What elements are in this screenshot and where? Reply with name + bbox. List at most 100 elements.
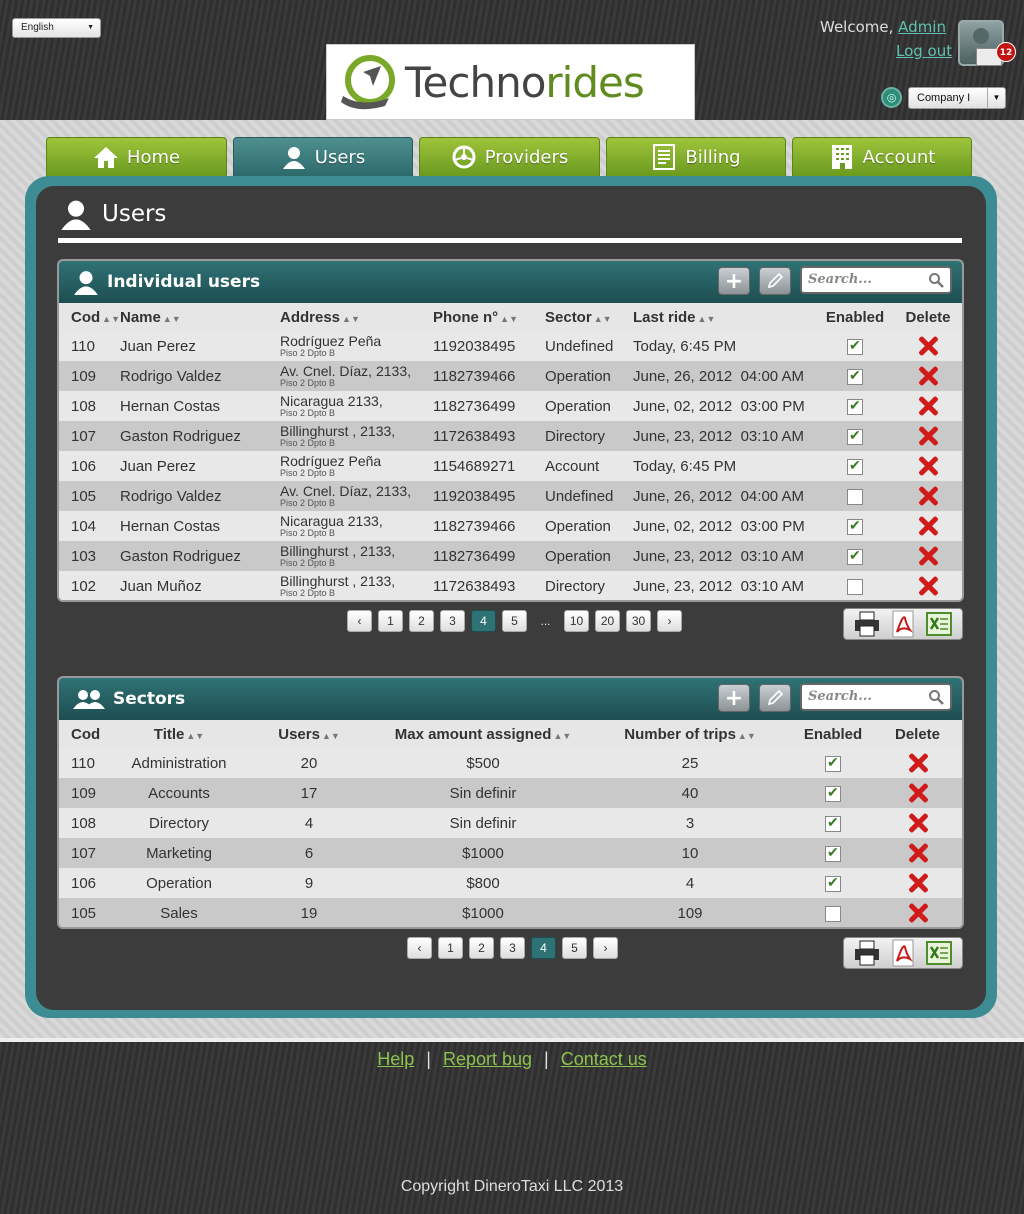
delete-icon[interactable]: [918, 366, 938, 386]
pdf-icon[interactable]: [890, 939, 916, 967]
enabled-checkbox[interactable]: [825, 784, 841, 802]
table-row[interactable]: 107 Gaston Rodriguez Billinghurst , 2133, P…: [59, 421, 962, 451]
enabled-checkbox[interactable]: [825, 905, 841, 922]
table-row[interactable]: 110 Administration 20 $500 25: [59, 748, 962, 778]
col-cod[interactable]: Cod ▲▼: [59, 303, 120, 331]
add-sector-button[interactable]: +: [718, 684, 750, 712]
print-icon[interactable]: [853, 611, 881, 637]
sort-icon[interactable]: ▲▼: [698, 314, 716, 324]
sort-icon[interactable]: ▲▼: [594, 314, 612, 324]
col-sector[interactable]: Sector ▲▼: [545, 303, 633, 331]
sort-icon[interactable]: ▲▼: [322, 731, 340, 741]
sort-icon[interactable]: ▲▼: [342, 314, 360, 324]
users-search-input[interactable]: Search...: [800, 266, 952, 294]
sectors-search-input[interactable]: Search...: [800, 683, 952, 711]
enabled-checkbox[interactable]: [847, 488, 863, 505]
col-name[interactable]: Name ▲▼: [120, 303, 280, 331]
delete-icon[interactable]: [918, 426, 938, 446]
delete-icon[interactable]: [908, 873, 928, 893]
search-icon[interactable]: [928, 272, 944, 288]
nav-providers[interactable]: Providers: [419, 137, 600, 177]
excel-icon[interactable]: [925, 611, 953, 637]
pdf-icon[interactable]: [890, 610, 916, 638]
print-icon[interactable]: [853, 940, 881, 966]
nav-account[interactable]: Account: [792, 137, 972, 177]
excel-icon[interactable]: [925, 940, 953, 966]
delete-icon[interactable]: [918, 456, 938, 476]
report-bug-link[interactable]: Report bug: [443, 1049, 532, 1069]
sort-icon[interactable]: ▲▼: [163, 314, 181, 324]
delete-icon[interactable]: [918, 396, 938, 416]
language-select[interactable]: English ▼: [12, 18, 101, 38]
delete-icon[interactable]: [908, 783, 928, 803]
enabled-checkbox[interactable]: [847, 457, 863, 475]
page-button[interactable]: 3: [440, 610, 465, 632]
delete-icon[interactable]: [908, 753, 928, 773]
delete-icon[interactable]: [908, 903, 928, 923]
col-last-ride[interactable]: Last ride ▲▼: [633, 303, 816, 331]
avatar[interactable]: 12: [958, 20, 1016, 66]
next-page-button[interactable]: ›: [593, 937, 618, 959]
enabled-checkbox[interactable]: [825, 844, 841, 862]
enabled-checkbox[interactable]: [847, 578, 863, 595]
page-button[interactable]: 20: [595, 610, 620, 632]
contact-us-link[interactable]: Contact us: [561, 1049, 647, 1069]
search-icon[interactable]: [928, 689, 944, 705]
table-row[interactable]: 103 Gaston Rodriguez Billinghurst , 2133, P…: [59, 541, 962, 571]
prev-page-button[interactable]: ‹: [347, 610, 372, 632]
table-row[interactable]: 106 Operation 9 $800 4: [59, 868, 962, 898]
col-title[interactable]: Title ▲▼: [119, 720, 239, 748]
next-page-button[interactable]: ›: [657, 610, 682, 632]
technorides-logo[interactable]: Technorides: [326, 44, 695, 120]
page-button[interactable]: 1: [378, 610, 403, 632]
page-button[interactable]: 1: [438, 937, 463, 959]
prev-page-button[interactable]: ‹: [407, 937, 432, 959]
enabled-checkbox[interactable]: [847, 547, 863, 565]
enabled-checkbox[interactable]: [847, 427, 863, 445]
enabled-checkbox[interactable]: [825, 874, 841, 892]
table-row[interactable]: 109 Rodrigo Valdez Av. Cnel. Díaz, 2133, Pi…: [59, 361, 962, 391]
sort-icon[interactable]: ▲▼: [738, 731, 756, 741]
table-row[interactable]: 105 Rodrigo Valdez Av. Cnel. Díaz, 2133, Pi…: [59, 481, 962, 511]
col-address[interactable]: Address ▲▼: [280, 303, 433, 331]
edit-user-button[interactable]: [759, 267, 791, 295]
page-button[interactable]: 3: [500, 937, 525, 959]
page-button[interactable]: 5: [562, 937, 587, 959]
logout-link[interactable]: Log out: [896, 42, 952, 60]
sort-icon[interactable]: ▲▼: [102, 314, 120, 324]
delete-icon[interactable]: [918, 546, 938, 566]
nav-home[interactable]: Home: [46, 137, 227, 177]
enabled-checkbox[interactable]: [825, 814, 841, 832]
sort-icon[interactable]: ▲▼: [186, 731, 204, 741]
page-button[interactable]: 2: [409, 610, 434, 632]
table-row[interactable]: 107 Marketing 6 $1000 10: [59, 838, 962, 868]
company-select[interactable]: Company I ▼: [908, 87, 1006, 109]
delete-icon[interactable]: [918, 576, 938, 596]
page-button[interactable]: 2: [469, 937, 494, 959]
add-user-button[interactable]: +: [718, 267, 750, 295]
page-button[interactable]: 4: [531, 937, 556, 959]
col-users[interactable]: Users ▲▼: [239, 720, 379, 748]
sort-icon[interactable]: ▲▼: [553, 731, 571, 741]
table-row[interactable]: 110 Juan Perez Rodríguez Peña Piso 2 Dpto B…: [59, 331, 962, 361]
enabled-checkbox[interactable]: [847, 517, 863, 535]
admin-link[interactable]: Admin: [898, 18, 946, 36]
delete-icon[interactable]: [918, 336, 938, 356]
table-row[interactable]: 106 Juan Perez Rodríguez Peña Piso 2 Dpto B…: [59, 451, 962, 481]
enabled-checkbox[interactable]: [847, 367, 863, 385]
edit-sector-button[interactable]: [759, 684, 791, 712]
delete-icon[interactable]: [908, 843, 928, 863]
delete-icon[interactable]: [918, 486, 938, 506]
table-row[interactable]: 102 Juan Muñoz Billinghurst , 2133, Piso 2 …: [59, 571, 962, 600]
table-row[interactable]: 104 Hernan Costas Nicaragua 2133, Piso 2 Dp…: [59, 511, 962, 541]
page-button[interactable]: 30: [626, 610, 651, 632]
page-button[interactable]: 4: [471, 610, 496, 632]
sort-icon[interactable]: ▲▼: [500, 314, 518, 324]
table-row[interactable]: 109 Accounts 17 Sin definir 40: [59, 778, 962, 808]
delete-icon[interactable]: [908, 813, 928, 833]
col-max-amount[interactable]: Max amount assigned ▲▼: [379, 720, 587, 748]
table-row[interactable]: 108 Hernan Costas Nicaragua 2133, Piso 2 Dp…: [59, 391, 962, 421]
page-button[interactable]: 10: [564, 610, 589, 632]
delete-icon[interactable]: [918, 516, 938, 536]
table-row[interactable]: 105 Sales 19 $1000 109: [59, 898, 962, 927]
